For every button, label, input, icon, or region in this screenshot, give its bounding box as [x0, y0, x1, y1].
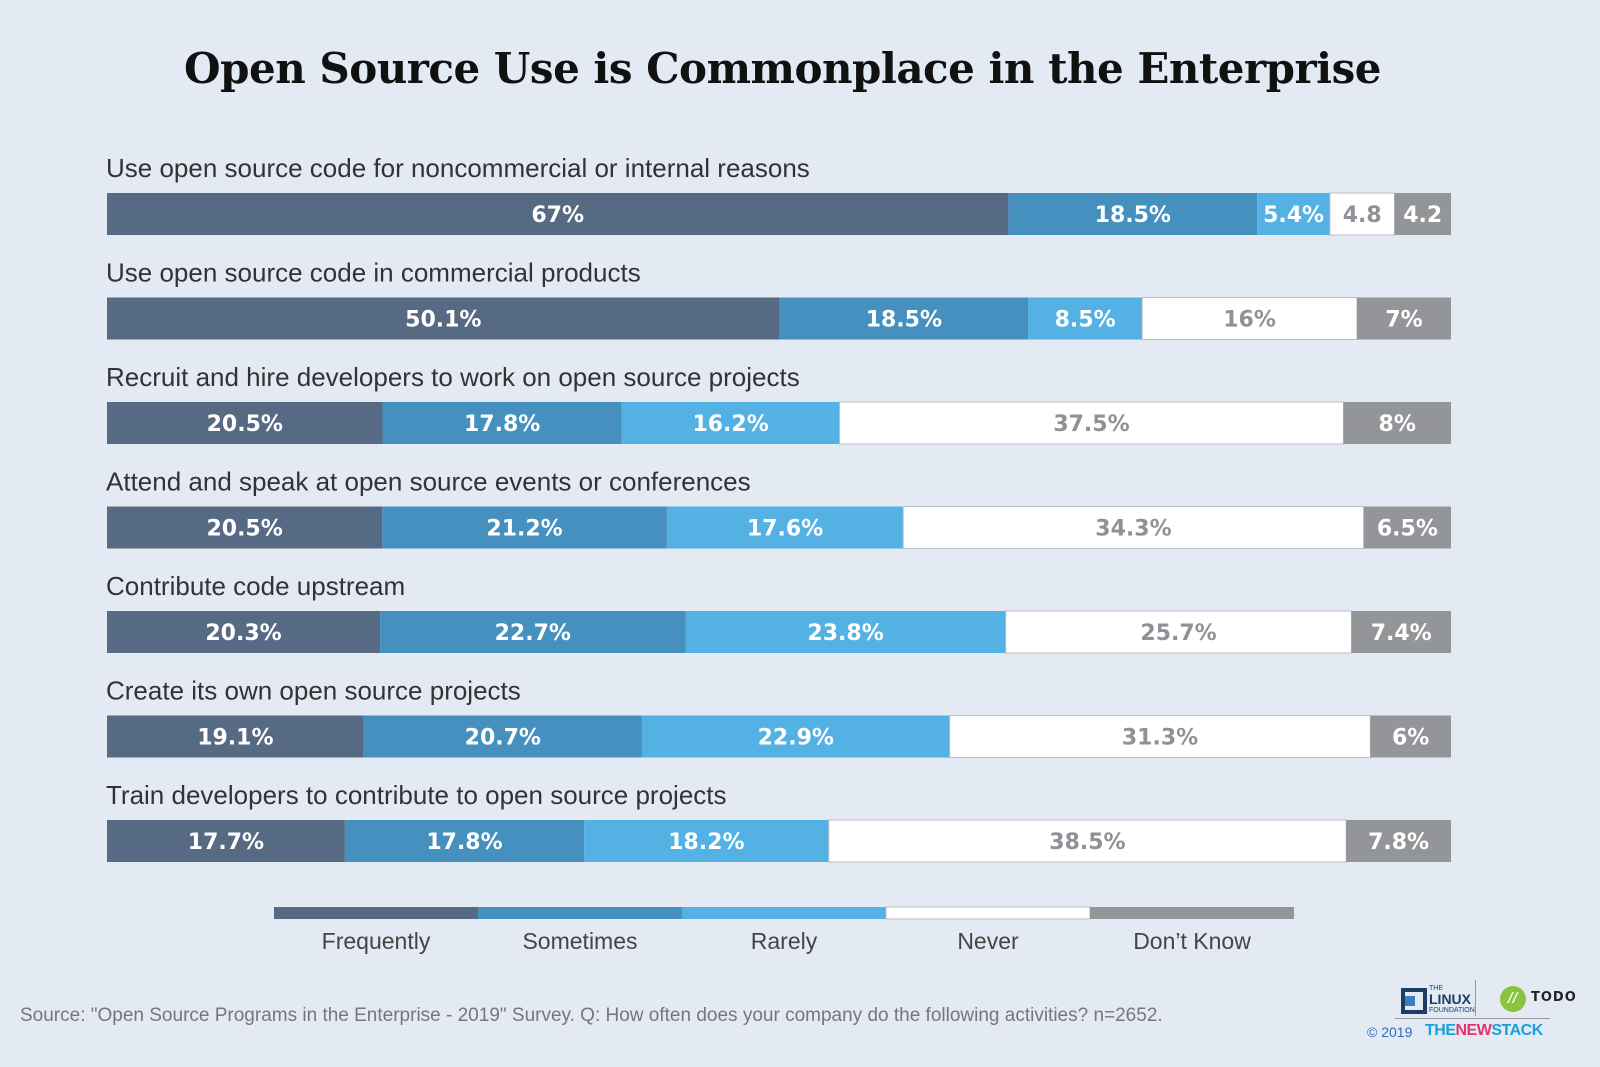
- data-label: 4.8: [1343, 203, 1382, 228]
- the-new-stack-logo: THENEWSTACK: [1425, 1022, 1543, 1040]
- data-label: 67%: [531, 203, 584, 228]
- data-label: 17.8%: [464, 412, 540, 437]
- data-label: 34.3%: [1095, 517, 1171, 542]
- row-label: Contribute code upstream: [106, 571, 405, 601]
- bar-row: Use open source code for noncommercial o…: [106, 153, 1451, 236]
- data-label: 8.5%: [1055, 308, 1116, 333]
- todo-logo-icon: //: [1500, 986, 1526, 1012]
- row-label: Attend and speak at open source events o…: [106, 467, 751, 497]
- bar-row: Attend and speak at open source events o…: [106, 467, 1451, 549]
- data-label: 18.5%: [866, 308, 942, 333]
- tns-the: THE: [1425, 1022, 1456, 1039]
- legend-label: Frequently: [322, 928, 431, 954]
- legend-label: Sometimes: [522, 928, 637, 954]
- tns-new: NEW: [1455, 1022, 1492, 1039]
- tns-stack: STACK: [1491, 1022, 1543, 1039]
- footer-logos: THE LINUX FOUNDATION // TODO © 2019 THEN…: [1367, 980, 1577, 1060]
- data-label: 4.2: [1403, 203, 1442, 228]
- data-label: 7.8%: [1368, 830, 1429, 855]
- data-label: 8%: [1379, 412, 1416, 437]
- lf-linux-text: LINUX: [1429, 991, 1471, 1007]
- data-label: 7%: [1385, 308, 1422, 333]
- data-label: 17.6%: [747, 517, 823, 542]
- bar-row: Use open source code in commercial produ…: [106, 258, 1451, 340]
- source-note: Source: "Open Source Programs in the Ent…: [20, 1005, 1163, 1026]
- legend-label: Don’t Know: [1133, 928, 1251, 954]
- legend-label: Never: [957, 928, 1019, 954]
- copyright-text: © 2019: [1367, 1024, 1413, 1040]
- data-label: 17.7%: [188, 830, 264, 855]
- data-label: 37.5%: [1053, 412, 1129, 437]
- data-label: 20.5%: [207, 412, 283, 437]
- data-label: 17.8%: [426, 830, 502, 855]
- data-label: 31.3%: [1122, 726, 1198, 751]
- data-label: 25.7%: [1140, 621, 1216, 646]
- row-label: Use open source code for noncommercial o…: [106, 153, 810, 183]
- data-label: 23.8%: [807, 621, 883, 646]
- data-label: 6%: [1392, 726, 1429, 751]
- lf-foundation-text: FOUNDATION: [1429, 1007, 1475, 1014]
- data-label: 16%: [1223, 308, 1276, 333]
- row-label: Create its own open source projects: [106, 676, 521, 706]
- logo-divider: [1475, 980, 1476, 1016]
- footer-rule: [1395, 1018, 1550, 1019]
- row-label: Recruit and hire developers to work on o…: [106, 362, 800, 392]
- data-label: 5.4%: [1263, 203, 1324, 228]
- bar-row: Contribute code upstream 20.3% 22.7% 23.8% 2…: [106, 571, 1451, 654]
- bar-rows: Use open source code for noncommercial o…: [106, 153, 1451, 863]
- data-label: 7.4%: [1371, 621, 1432, 646]
- data-label: 22.9%: [758, 726, 834, 751]
- row-label: Train developers to contribute to open s…: [106, 780, 727, 810]
- bar-row: Train developers to contribute to open s…: [106, 780, 1451, 863]
- linux-foundation-inner-square-icon: [1405, 996, 1415, 1006]
- stacked-bar-chart: Use open source code for noncommercial o…: [106, 153, 1451, 954]
- legend-swatch: [682, 907, 886, 919]
- data-label: 50.1%: [405, 308, 481, 333]
- data-label: 20.3%: [205, 621, 281, 646]
- todo-logo-text: TODO: [1531, 990, 1577, 1005]
- bar-row: Recruit and hire developers to work on o…: [106, 362, 1451, 445]
- legend-swatch: [274, 907, 478, 919]
- data-label: 38.5%: [1049, 830, 1125, 855]
- legend-swatch: [478, 907, 682, 919]
- legend-swatch: [885, 906, 1091, 920]
- data-label: 18.2%: [668, 830, 744, 855]
- bar-row: Create its own open source projects 19.1%…: [106, 676, 1451, 758]
- data-label: 19.1%: [197, 726, 273, 751]
- legend: Frequently Sometimes Rarely Never Don’t Know: [274, 906, 1294, 954]
- data-label: 18.5%: [1095, 203, 1171, 228]
- legend-swatch: [1090, 907, 1294, 919]
- data-label: 6.5%: [1377, 517, 1438, 542]
- data-label: 22.7%: [495, 621, 571, 646]
- data-label: 21.2%: [486, 517, 562, 542]
- data-label: 20.5%: [206, 517, 282, 542]
- row-label: Use open source code in commercial produ…: [106, 258, 641, 288]
- data-label: 16.2%: [692, 412, 768, 437]
- data-label: 20.7%: [465, 726, 541, 751]
- legend-label: Rarely: [751, 928, 818, 954]
